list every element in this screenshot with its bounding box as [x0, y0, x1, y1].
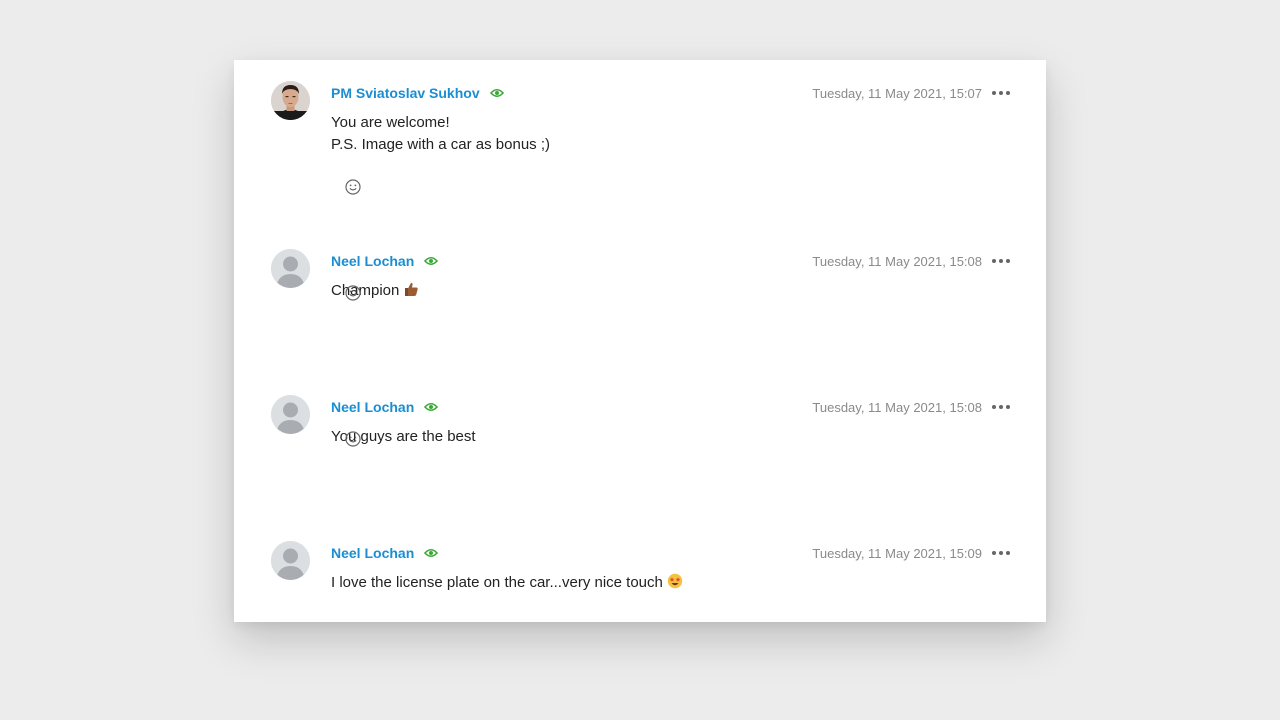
- more-options-icon[interactable]: [992, 547, 1010, 559]
- comment-item: PM Sviatoslav Sukhov Tuesday, 11 May 202…: [234, 60, 1046, 228]
- avatar[interactable]: [271, 81, 310, 120]
- seen-eye-icon: [489, 88, 504, 98]
- more-options-icon[interactable]: [992, 87, 1010, 99]
- comment-line: You are welcome!: [331, 114, 450, 131]
- comment-timestamp: Tuesday, 11 May 2021, 15:08: [812, 254, 982, 269]
- comments-panel: PM Sviatoslav Sukhov Tuesday, 11 May 202…: [234, 60, 1046, 622]
- more-options-icon[interactable]: [992, 255, 1010, 267]
- comment-line: I love the license plate on the car...ve…: [331, 574, 663, 591]
- add-reaction-smiley-icon[interactable]: [344, 430, 362, 448]
- comment-line: Champion: [331, 282, 400, 299]
- author-name[interactable]: Neel Lochan: [331, 253, 414, 269]
- author-name[interactable]: Neel Lochan: [331, 545, 414, 561]
- more-options-icon[interactable]: [992, 401, 1010, 413]
- add-reaction-smiley-icon[interactable]: [344, 284, 362, 302]
- author-name[interactable]: Neel Lochan: [331, 399, 414, 415]
- comment-body: I love the license plate on the car...ve…: [331, 572, 683, 596]
- avatar-placeholder[interactable]: [271, 249, 310, 288]
- seen-eye-icon: [424, 548, 439, 558]
- thumbs-up-icon: [403, 281, 419, 304]
- author-line: Neel Lochan: [331, 544, 439, 562]
- avatar-placeholder[interactable]: [271, 541, 310, 580]
- comment-line: P.S. Image with a car as bonus ;): [331, 136, 551, 153]
- comment-item: Neel Lochan Tuesday, 11 May 2021, 15:09 …: [234, 520, 1046, 622]
- avatar-placeholder[interactable]: [271, 395, 310, 434]
- comment-item: Neel Lochan Tuesday, 11 May 2021, 15:08 …: [234, 228, 1046, 374]
- comment-item: Neel Lochan Tuesday, 11 May 2021, 15:08 …: [234, 374, 1046, 520]
- author-line: PM Sviatoslav Sukhov: [331, 84, 504, 102]
- add-reaction-smiley-icon[interactable]: [344, 178, 362, 196]
- seen-eye-icon: [424, 402, 439, 412]
- comment-body: You are welcome! P.S. Image with a car a…: [331, 112, 550, 156]
- comment-timestamp: Tuesday, 11 May 2021, 15:07: [812, 86, 982, 101]
- author-name[interactable]: PM Sviatoslav Sukhov: [331, 85, 480, 101]
- comment-timestamp: Tuesday, 11 May 2021, 15:09: [812, 546, 982, 561]
- comment-timestamp: Tuesday, 11 May 2021, 15:08: [812, 400, 982, 415]
- author-line: Neel Lochan: [331, 398, 439, 416]
- author-line: Neel Lochan: [331, 252, 439, 270]
- star-struck-icon: [667, 573, 683, 596]
- seen-eye-icon: [424, 256, 439, 266]
